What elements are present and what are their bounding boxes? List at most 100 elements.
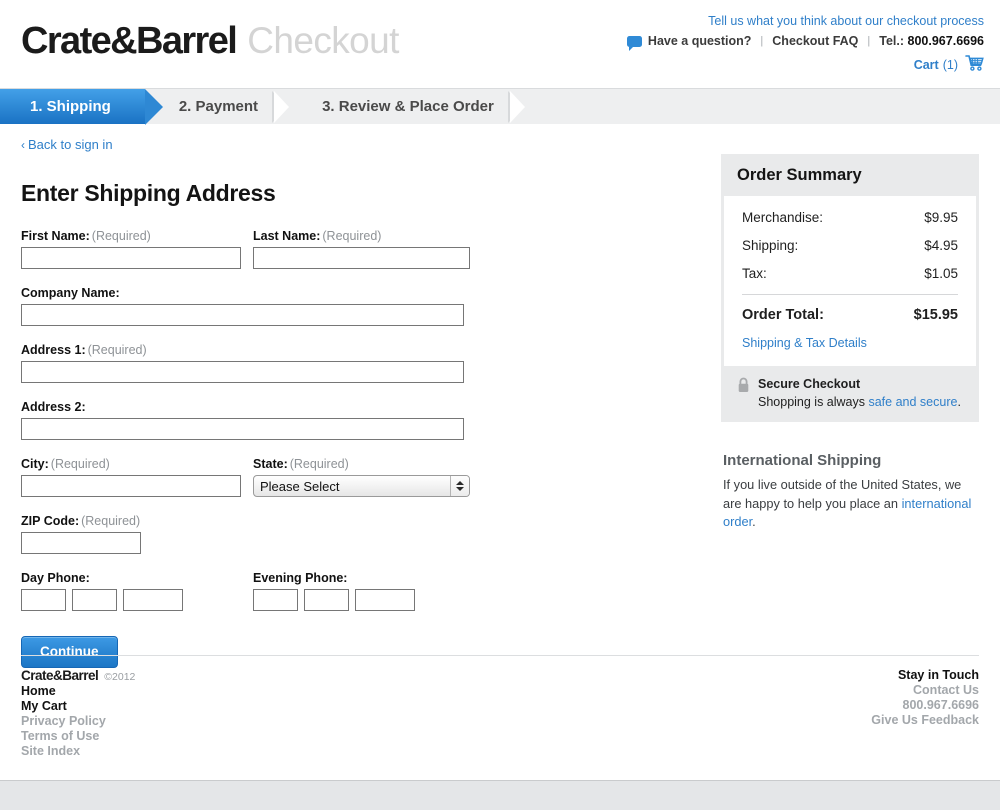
address1-label: Address 1: (Required) — [21, 343, 464, 357]
footer-link-give-us-feedback[interactable]: Give Us Feedback — [871, 713, 979, 728]
international-shipping-title: International Shipping — [723, 452, 882, 469]
zip-label: ZIP Code: (Required) — [21, 514, 141, 528]
merchandise-label: Merchandise: — [742, 210, 824, 225]
shipping-label: Shipping: — [742, 238, 799, 253]
first-name-label: First Name: (Required) — [21, 229, 247, 243]
city-state-row: City: (Required) State: (Required) Please … — [21, 457, 521, 497]
checkout-faq-link[interactable]: Checkout FAQ — [772, 34, 858, 48]
evening-phone-prefix-input[interactable] — [304, 589, 349, 611]
city-group: City: (Required) — [21, 457, 247, 497]
logo-brand-text: Crate&Barrel — [21, 20, 238, 62]
step-2-label: 2. Payment — [178, 98, 259, 115]
back-to-sign-in-link[interactable]: ‹ Back to sign in — [21, 137, 113, 152]
zip-required: (Required) — [81, 514, 141, 528]
footer-link-privacy-policy[interactable]: Privacy Policy — [21, 714, 135, 729]
nav-separator-1: | — [760, 35, 764, 47]
cart-item-count: (1) — [942, 57, 958, 72]
shipping-address-form: Enter Shipping Address First Name: (Requi… — [21, 180, 521, 668]
step-3-review[interactable]: 3. Review & Place Order — [288, 89, 524, 124]
site-header: Crate&Barrel Checkout Tell us what you t… — [0, 0, 1000, 89]
city-input[interactable] — [21, 475, 241, 497]
address2-label: Address 2: — [21, 400, 86, 414]
footer-link-home[interactable]: Home — [21, 684, 135, 699]
day-phone-label: Day Phone: — [21, 571, 90, 585]
evening-phone-area-input[interactable] — [253, 589, 298, 611]
step-1-label: 1. Shipping — [30, 98, 111, 115]
site-footer: Crate&Barrel ©2012 Home My Cart Privacy … — [21, 668, 979, 758]
address1-group: Address 1: (Required) — [21, 343, 464, 383]
zip-label-text: ZIP Code: — [21, 514, 80, 528]
footer-copyright: ©2012 — [104, 671, 136, 683]
first-name-group: First Name: (Required) — [21, 229, 247, 269]
step-2-payment[interactable]: 2. Payment — [145, 89, 288, 124]
step-3-label: 3. Review & Place Order — [322, 98, 494, 115]
logo-section-text: Checkout — [247, 20, 399, 61]
chevron-left-icon: ‹ — [21, 138, 25, 152]
have-a-question-link[interactable]: Have a question? — [648, 34, 752, 48]
checkout-page: Crate&Barrel Checkout Tell us what you t… — [0, 0, 1000, 810]
footer-phone-number[interactable]: 800.967.6696 — [871, 698, 979, 713]
tax-label: Tax: — [742, 266, 767, 281]
logo[interactable]: Crate&Barrel Checkout — [21, 22, 399, 60]
company-name-group: Company Name: — [21, 286, 464, 326]
stay-in-touch-heading: Stay in Touch — [897, 668, 979, 682]
evening-phone-group: Evening Phone: — [253, 571, 471, 611]
merchandise-value: $9.95 — [924, 210, 958, 225]
secure-checkout-row: Secure Checkout Shopping is always safe … — [721, 366, 979, 422]
cart-link[interactable]: Cart — [914, 58, 939, 72]
footer-link-site-index[interactable]: Site Index — [21, 744, 135, 759]
address2-input[interactable] — [21, 418, 464, 440]
address1-required: (Required) — [87, 343, 147, 357]
last-name-label: Last Name: (Required) — [253, 229, 471, 243]
footer-link-terms-of-use[interactable]: Terms of Use — [21, 729, 135, 744]
secure-checkout-title: Secure Checkout — [758, 377, 861, 391]
page-sheet: Crate&Barrel Checkout Tell us what you t… — [0, 0, 1000, 781]
sidebar: Order Summary Merchandise: $9.95 Shippin… — [721, 154, 979, 532]
telephone-label: Tel.: — [879, 34, 905, 48]
zip-input[interactable] — [21, 532, 141, 554]
secure-checkout-text: Secure Checkout Shopping is always safe … — [758, 375, 961, 411]
continue-button[interactable]: Continue — [21, 636, 118, 668]
international-shipping-block: International Shipping If you live outsi… — [721, 452, 979, 532]
checkout-steps: 1. Shipping 2. Payment 3. Review & Place… — [0, 89, 1000, 125]
safe-and-secure-link[interactable]: safe and secure — [868, 395, 957, 409]
first-name-required: (Required) — [91, 229, 151, 243]
footer-divider — [21, 655, 979, 656]
nav-separator-2: | — [867, 35, 871, 47]
state-label: State: (Required) — [253, 457, 471, 471]
address1-label-text: Address 1: — [21, 343, 86, 357]
first-name-input[interactable] — [21, 247, 241, 269]
order-total-label: Order Total: — [742, 307, 824, 323]
intl-text-after: . — [752, 514, 756, 530]
order-summary-lines: Merchandise: $9.95 Shipping: $4.95 Tax: … — [724, 196, 976, 366]
shopping-cart-icon[interactable] — [965, 55, 984, 74]
tax-value: $1.05 — [924, 266, 958, 281]
cart-row[interactable]: Cart (1) — [627, 55, 984, 74]
last-name-input[interactable] — [253, 247, 470, 269]
feedback-link[interactable]: Tell us what you think about our checkou… — [627, 14, 984, 28]
day-phone-area-input[interactable] — [21, 589, 66, 611]
footer-link-my-cart[interactable]: My Cart — [21, 699, 135, 714]
last-name-group: Last Name: (Required) — [253, 229, 471, 269]
phone-row: Day Phone: Evening Phone: — [21, 571, 521, 611]
evening-phone-line-input[interactable] — [355, 589, 415, 611]
shipping-tax-details-link[interactable]: Shipping & Tax Details — [742, 336, 867, 350]
address2-group: Address 2: — [21, 400, 464, 440]
order-total-value: $15.95 — [913, 307, 958, 323]
state-select[interactable]: Please Select — [253, 475, 470, 497]
day-phone-line-input[interactable] — [123, 589, 183, 611]
city-label-text: City: — [21, 457, 49, 471]
day-phone-prefix-input[interactable] — [72, 589, 117, 611]
company-name-label: Company Name: — [21, 286, 120, 300]
zip-row: ZIP Code: (Required) — [21, 514, 521, 554]
company-name-input[interactable] — [21, 304, 464, 326]
footer-link-contact-us[interactable]: Contact Us — [871, 683, 979, 698]
footer-brand-line: Crate&Barrel ©2012 — [21, 668, 135, 683]
city-required: (Required) — [50, 457, 110, 471]
state-group: State: (Required) Please Select — [253, 457, 471, 497]
step-1-shipping[interactable]: 1. Shipping — [0, 89, 163, 125]
secure-checkout-subtitle: Shopping is always safe and secure. — [758, 395, 961, 409]
back-to-sign-in-label: Back to sign in — [28, 137, 113, 152]
secure-text-after: . — [957, 395, 961, 409]
address1-input[interactable] — [21, 361, 464, 383]
